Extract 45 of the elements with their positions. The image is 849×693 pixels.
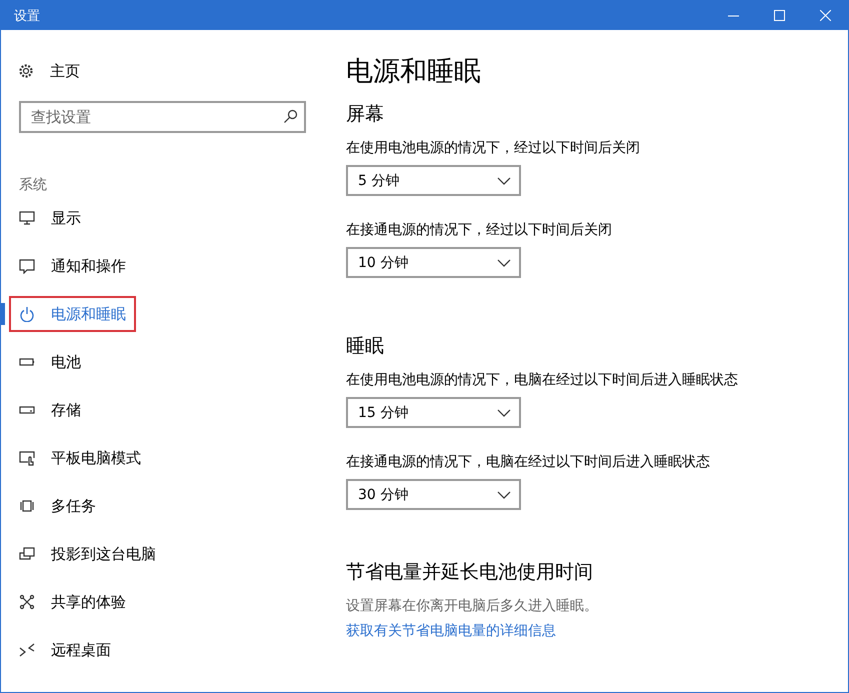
monitor-icon [19,210,35,226]
tablet-touch-icon [19,450,35,466]
nav-item[interactable]: 多任务 [9,488,106,524]
nav-item[interactable]: 远程桌面 [9,632,121,668]
search-icon [283,109,298,124]
section-heading: 节省电量并延长电池使用时间 [346,560,593,585]
description-text: 设置屏幕在你离开电脑后多久进入睡眠。 [346,597,598,615]
close-icon [820,10,830,21]
search-field[interactable]: 查找设置 [19,101,306,133]
nav-item[interactable]: 显示 [9,200,91,236]
window-title: 设置 [13,8,40,24]
page-title: 电源和睡眠 [346,55,481,89]
setting-label: 在接通电源的情况下，经过以下时间后关闭 [346,221,612,239]
setting-label: 在使用电池电源的情况下，经过以下时间后关闭 [346,139,640,157]
info-link[interactable]: 获取有关节省电脑电量的详细信息 [346,622,556,640]
minimize-icon [728,14,738,16]
dropdown[interactable]: 15 分钟 [346,397,521,428]
multitask-icon [19,498,35,514]
power-icon [19,306,35,322]
home-item[interactable]: 主页 [18,60,80,82]
chevron-down-icon [497,258,511,266]
setting-label: 在使用电池电源的情况下，电脑在经过以下时间后进入睡眠状态 [346,371,738,389]
chevron-down-icon [497,176,511,184]
section-heading: 睡眠 [346,334,384,359]
nav-item[interactable]: 存储 [9,392,91,428]
nav-item[interactable]: 电源和睡眠 [9,296,136,332]
setting-label: 在接通电源的情况下，电脑在经过以下时间后进入睡眠状态 [346,453,710,471]
nav-item[interactable]: 电池 [9,344,91,380]
nav-item[interactable]: 平板电脑模式 [9,440,151,476]
dropdown[interactable]: 10 分钟 [346,247,521,278]
chevron-down-icon [497,408,511,416]
share-nodes-icon [19,594,35,610]
dropdown[interactable]: 5 分钟 [346,165,521,196]
chevron-down-icon [497,490,511,498]
group-label: 系统 [19,176,47,194]
gear-icon [18,63,34,79]
dropdown[interactable]: 30 分钟 [346,479,521,510]
section-heading: 屏幕 [346,102,384,127]
maximize-icon [774,10,784,21]
nav-item[interactable]: 共享的体验 [9,584,136,620]
nav-item[interactable]: 通知和操作 [9,248,136,284]
speech-bubble-icon [19,258,35,274]
nav-item[interactable]: 投影到这台电脑 [9,536,166,572]
remote-arrows-icon [19,642,35,658]
projector-screen-icon [19,546,35,562]
